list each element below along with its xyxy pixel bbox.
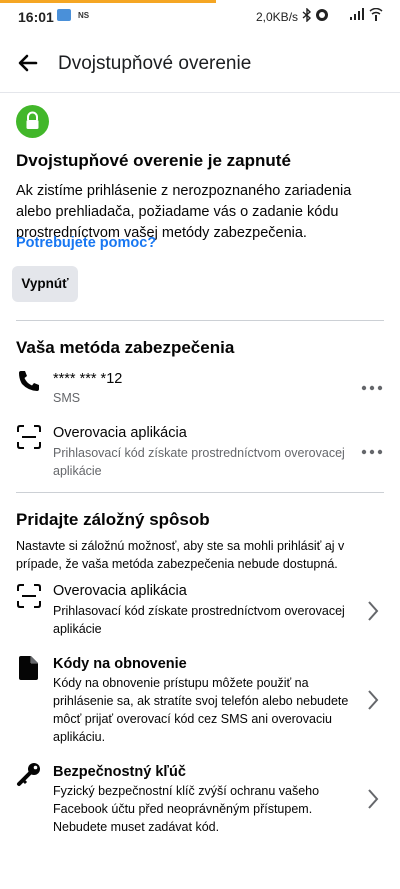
app-bar: Dvojstupňové overenie — [0, 34, 400, 93]
back-button[interactable] — [14, 49, 44, 77]
lock-icon — [16, 105, 49, 138]
more-dots-icon — [361, 385, 383, 391]
backup-section-title: Pridajte záložný spôsob — [16, 510, 210, 529]
more-options-button[interactable] — [360, 378, 384, 398]
document-icon — [16, 655, 42, 681]
do-not-disturb-icon — [315, 8, 329, 25]
method-item-title: **** *** *12 — [53, 371, 123, 387]
backup-item-title: Overovacia aplikácia — [53, 583, 187, 599]
phone-icon — [16, 368, 42, 394]
status-time: 16:01 — [18, 9, 54, 25]
backup-item-subtitle: Kódy na obnovenie prístupu môžete použiť… — [53, 676, 349, 744]
help-link[interactable]: Potrebujete pomoc? — [16, 235, 156, 251]
scan-icon — [16, 583, 42, 609]
divider — [16, 492, 384, 493]
status-bar: 16:01 NS 2,0KB/s — [0, 0, 400, 34]
arrow-left-icon — [18, 54, 38, 72]
divider — [16, 320, 384, 321]
method-item-title: Overovacia aplikácia — [53, 425, 187, 441]
chevron-right-icon[interactable] — [366, 787, 380, 811]
chevron-right-icon[interactable] — [366, 599, 380, 623]
ns-notification-label: NS — [78, 11, 90, 20]
more-dots-icon — [361, 449, 383, 455]
turn-off-button[interactable]: Vypnúť — [12, 266, 78, 302]
page-load-progress-bar — [0, 0, 216, 3]
method-item-subtitle: Prihlasovací kód získate prostredníctvom… — [53, 446, 345, 478]
two-step-status-heading: Dvojstupňové overenie je zapnuté — [16, 151, 291, 170]
backup-item-subtitle: Prihlasovací kód získate prostredníctvom… — [53, 604, 345, 636]
network-speed: 2,0KB/s — [256, 10, 299, 24]
method-item-subtitle: SMS — [53, 391, 81, 405]
method-section-title: Vaša metóda zabezpečenia — [16, 338, 235, 357]
gallery-notification-icon — [57, 9, 71, 21]
signal-icon — [350, 8, 364, 23]
scan-icon — [16, 424, 42, 450]
more-options-button[interactable] — [360, 442, 384, 462]
backup-item-title: Bezpečnostný kľúč — [53, 764, 186, 780]
chevron-right-icon[interactable] — [366, 688, 380, 712]
backup-description: Nastavte si záložnú možnosť, aby ste sa … — [16, 539, 345, 571]
key-icon — [16, 761, 42, 787]
page-title: Dvojstupňové overenie — [58, 53, 252, 74]
bluetooth-icon — [302, 7, 312, 25]
backup-item-title: Kódy na obnovenie — [53, 656, 187, 672]
wifi-hotspot-icon — [368, 7, 384, 25]
backup-item-subtitle: Fyzický bezpečnostní klíč zvýší ochranu … — [53, 784, 320, 834]
